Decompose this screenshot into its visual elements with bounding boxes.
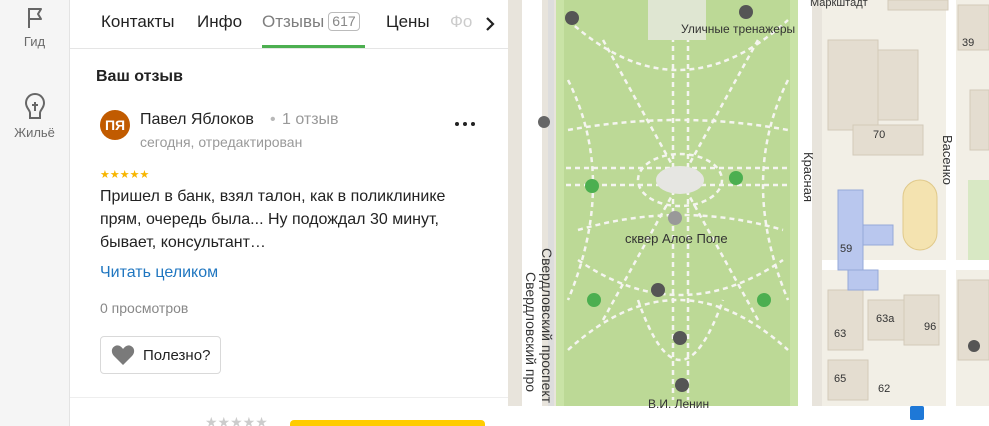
map-label-prospekt-2: Свердловский про bbox=[523, 272, 539, 392]
tab-photos[interactable]: Фо bbox=[450, 12, 472, 32]
map-label-park: сквер Алое Поле bbox=[625, 231, 728, 246]
map-label-building: 62 bbox=[878, 383, 890, 395]
rail-item-label: Жильё bbox=[14, 125, 55, 140]
useful-label: Полезно? bbox=[143, 346, 211, 364]
tab-reviews-label: Отзывы bbox=[262, 12, 325, 31]
review-author[interactable]: Павел Яблоков bbox=[140, 111, 254, 129]
review-date: сегодня, отредактирован bbox=[140, 134, 303, 150]
map-view[interactable]: Уличные тренажеры Маркштадт сквер Алое П… bbox=[508, 0, 989, 426]
map-label-street-krasnaya: Красная bbox=[801, 152, 816, 202]
map-label-street-vasenko: Васенко bbox=[940, 135, 955, 185]
tab-bar: Контакты Инфо Отзывы 617 Цены Фо bbox=[70, 0, 508, 49]
tab-prices[interactable]: Цены bbox=[386, 12, 430, 32]
map-label-building: 70 bbox=[873, 129, 885, 141]
map-label-prospekt: Свердловский проспект bbox=[539, 248, 555, 404]
map-label-building: 39 bbox=[962, 37, 974, 49]
useful-button[interactable]: Полезно? bbox=[100, 336, 222, 374]
dot-icon bbox=[455, 122, 459, 126]
review-text: Пришел в банк, взял талон, как в поликли… bbox=[100, 188, 446, 251]
more-options-button[interactable] bbox=[450, 114, 480, 134]
rail-item-housing[interactable]: Жильё bbox=[0, 91, 69, 140]
separator-dot: • bbox=[270, 111, 276, 128]
author-review-count: 1 отзыв bbox=[282, 111, 339, 128]
tab-contacts[interactable]: Контакты bbox=[101, 12, 174, 32]
left-rail: Гид Жильё bbox=[0, 0, 70, 426]
map-label-fitness: Уличные тренажеры bbox=[681, 22, 795, 36]
house-icon bbox=[24, 92, 45, 119]
dot-icon bbox=[463, 122, 467, 126]
map-label-building: 63а bbox=[876, 313, 895, 325]
heart-icon bbox=[111, 345, 135, 365]
tabs-scroll-right-button[interactable] bbox=[472, 0, 508, 48]
new-rating-stars[interactable]: ★★★★★ bbox=[205, 414, 268, 426]
reviews-count-badge: 617 bbox=[328, 12, 360, 31]
dot-icon bbox=[471, 122, 475, 126]
reviews-panel: Контакты Инфо Отзывы 617 Цены Фо Ваш отзы… bbox=[70, 0, 508, 426]
map-label-street-top: Маркштадт bbox=[810, 0, 868, 9]
read-more-link[interactable]: Читать целиком bbox=[100, 264, 218, 282]
map-canvas: Уличные тренажеры Маркштадт сквер Алое П… bbox=[508, 0, 989, 426]
chevron-right-icon bbox=[486, 17, 495, 31]
rail-item-guide[interactable]: Гид bbox=[0, 6, 69, 49]
avatar[interactable]: ПЯ bbox=[100, 110, 130, 140]
rail-item-label: Гид bbox=[23, 34, 46, 49]
divider bbox=[70, 397, 508, 398]
your-review-heading: Ваш отзыв bbox=[96, 68, 183, 85]
map-label-building: 63 bbox=[834, 328, 846, 340]
map-label-building: 65 bbox=[834, 373, 846, 385]
views-count: 0 просмотров bbox=[100, 300, 189, 316]
map-label-monument: В.И. Ленин bbox=[648, 397, 709, 411]
flag-icon bbox=[27, 8, 42, 28]
tab-info[interactable]: Инфо bbox=[197, 12, 242, 32]
tab-reviews[interactable]: Отзывы 617 bbox=[262, 12, 360, 32]
write-review-button[interactable] bbox=[290, 420, 485, 426]
active-tab-indicator bbox=[262, 45, 365, 48]
map-label-building: 59 bbox=[840, 243, 852, 255]
map-label-building: 96 bbox=[924, 321, 936, 333]
rating-stars: ★★★★★ bbox=[100, 169, 150, 181]
